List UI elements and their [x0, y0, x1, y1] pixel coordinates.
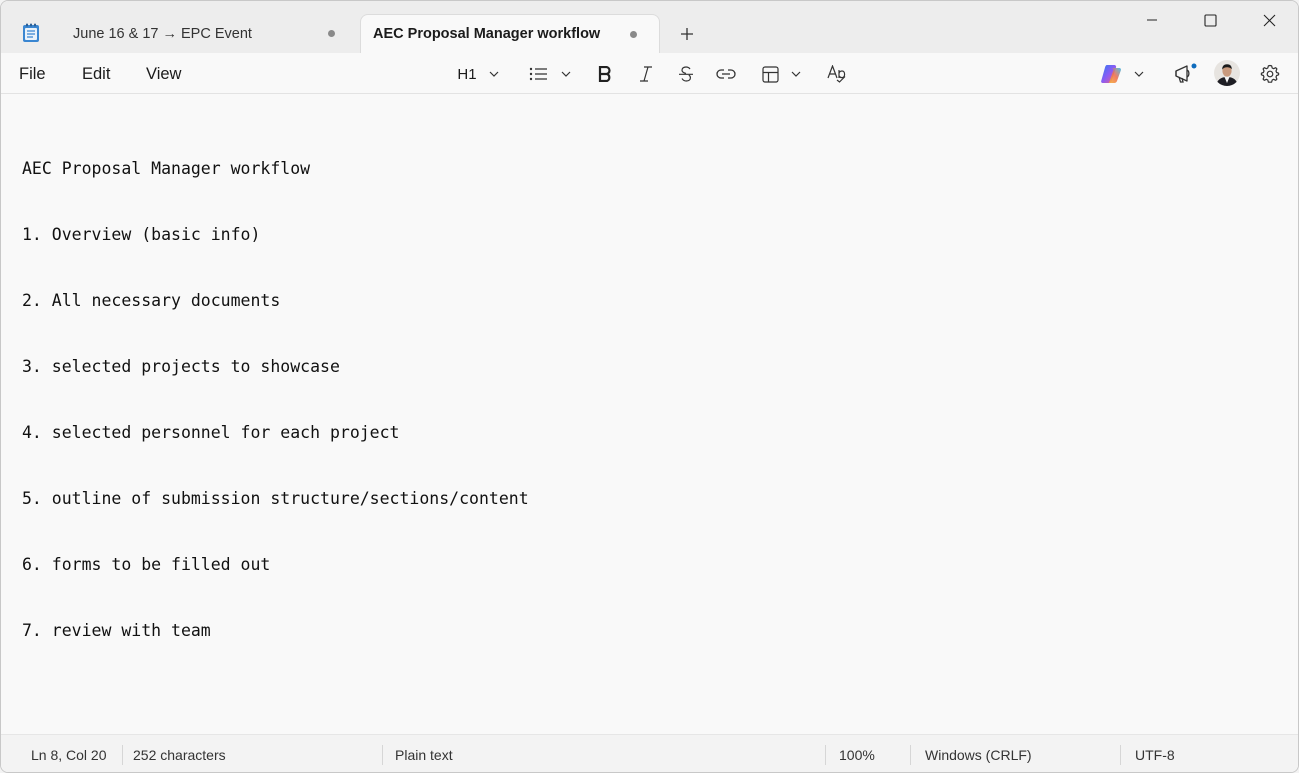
- menu-view[interactable]: View: [146, 65, 181, 84]
- format-indicator[interactable]: Plain text: [395, 747, 453, 763]
- tab-epc-event[interactable]: June 16 & 17 → EPC Event: [61, 14, 357, 53]
- close-button[interactable]: [1246, 7, 1292, 33]
- document-line: 3. selected projects to showcase: [22, 357, 340, 376]
- notepad-window: June 16 & 17 → EPC Event AEC Proposal Ma…: [0, 0, 1299, 773]
- bold-button[interactable]: [593, 61, 617, 87]
- copilot-icon: [1101, 65, 1121, 83]
- unsaved-dot-icon[interactable]: [630, 30, 637, 38]
- tab-aec-proposal[interactable]: AEC Proposal Manager workflow: [360, 14, 660, 53]
- list-dropdown[interactable]: [527, 61, 573, 87]
- document-line: 5. outline of submission structure/secti…: [22, 489, 529, 508]
- copilot-dropdown[interactable]: [1098, 61, 1146, 87]
- character-count: 252 characters: [133, 747, 226, 763]
- maximize-button[interactable]: [1187, 7, 1233, 33]
- document-line: 1. Overview (basic info): [22, 225, 261, 244]
- chevron-down-icon: [791, 71, 800, 77]
- document-line: 7. review with team: [22, 621, 211, 640]
- italic-icon: [640, 66, 652, 82]
- document-line: 4. selected personnel for each project: [22, 423, 400, 442]
- gear-icon: [1260, 64, 1280, 83]
- cursor-position[interactable]: Ln 8, Col 20: [31, 747, 107, 763]
- heading-dropdown[interactable]: H1: [453, 61, 503, 87]
- zoom-level[interactable]: 100%: [839, 747, 875, 763]
- whats-new-button[interactable]: [1171, 61, 1199, 87]
- tab-label: AEC Proposal Manager workflow: [373, 26, 601, 42]
- divider: [910, 745, 911, 765]
- minimize-icon: [1147, 19, 1157, 21]
- chevron-down-icon: [489, 71, 499, 77]
- new-tab-button[interactable]: [675, 22, 699, 46]
- maximize-icon: [1203, 13, 1217, 27]
- notepad-app-icon: [22, 23, 40, 43]
- plus-icon: [681, 28, 693, 40]
- close-icon: [1263, 14, 1275, 26]
- strikethrough-button[interactable]: [674, 61, 698, 87]
- megaphone-icon: [1175, 63, 1197, 83]
- notification-dot-icon: [1191, 63, 1197, 69]
- text-editor[interactable]: AEC Proposal Manager workflow 1. Overvie…: [1, 94, 1298, 734]
- document-line: 6. forms to be filled out: [22, 555, 271, 574]
- divider: [122, 745, 123, 765]
- heading-label: H1: [457, 65, 477, 83]
- menu-edit[interactable]: Edit: [82, 65, 110, 84]
- avatar: [1213, 60, 1240, 86]
- chevron-down-icon: [1134, 71, 1144, 77]
- italic-button[interactable]: [634, 61, 658, 87]
- title-bar: June 16 & 17 → EPC Event AEC Proposal Ma…: [1, 1, 1298, 53]
- spellcheck-icon: [827, 65, 846, 83]
- menu-file[interactable]: File: [19, 65, 46, 84]
- document-line: AEC Proposal Manager workflow: [22, 159, 311, 178]
- strikethrough-icon: [679, 66, 693, 82]
- unsaved-dot-icon[interactable]: [328, 30, 335, 37]
- divider: [825, 745, 826, 765]
- bold-icon: [598, 66, 611, 82]
- document-content[interactable]: AEC Proposal Manager workflow 1. Overvie…: [22, 114, 529, 686]
- divider: [382, 745, 383, 765]
- status-bar: Ln 8, Col 20 252 characters Plain text 1…: [1, 734, 1298, 772]
- encoding[interactable]: UTF-8: [1135, 747, 1175, 763]
- minimize-button[interactable]: [1129, 7, 1175, 33]
- chevron-down-icon: [561, 71, 571, 77]
- line-ending[interactable]: Windows (CRLF): [925, 747, 1032, 763]
- menu-bar: File Edit View H1: [1, 53, 1298, 94]
- link-button[interactable]: [714, 61, 738, 87]
- divider: [1120, 745, 1121, 765]
- list-icon: [529, 67, 547, 81]
- settings-button[interactable]: [1257, 61, 1283, 87]
- document-line: 2. All necessary documents: [22, 291, 281, 310]
- table-dropdown[interactable]: [759, 61, 803, 87]
- link-icon: [716, 69, 736, 79]
- tab-label: June 16 & 17 → EPC Event: [73, 25, 252, 42]
- table-icon: [761, 65, 779, 83]
- account-avatar[interactable]: [1213, 59, 1240, 87]
- spellcheck-button[interactable]: [825, 61, 849, 87]
